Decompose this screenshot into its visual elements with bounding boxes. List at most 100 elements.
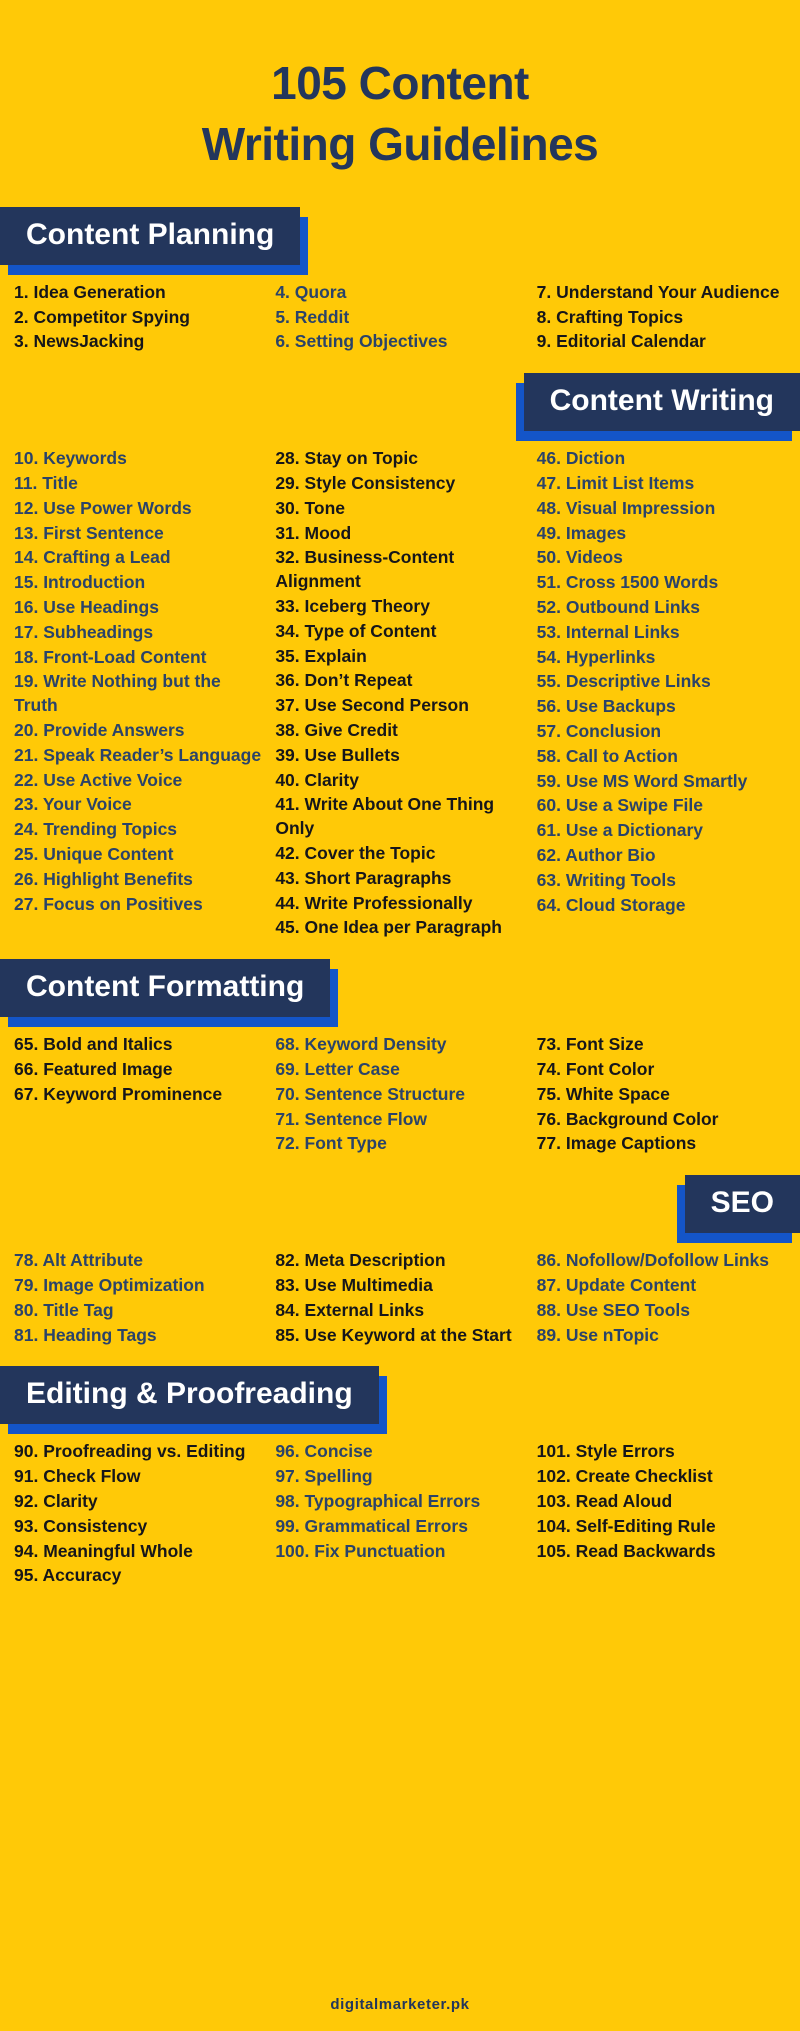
guideline-item: 66. Featured Image <box>14 1059 173 1079</box>
guideline-item: 92. Clarity <box>14 1490 98 1511</box>
section-banner-wrap: Content Planning <box>0 206 800 275</box>
guideline-item: 74. Font Color <box>536 1059 655 1079</box>
sections-container: Content Planning 1. Idea Generation 2. Com… <box>0 206 800 1589</box>
guideline-item: 29. Style Consistency <box>275 473 456 494</box>
guideline-item: 76. Background Color <box>536 1108 719 1129</box>
guideline-item: 87. Update Content <box>536 1274 697 1295</box>
guideline-item: 69. Letter Case <box>275 1059 400 1079</box>
section-banner-group: SEO <box>677 1175 800 1244</box>
guideline-item: 36. Don’t Repeat <box>275 670 413 691</box>
guideline-item: 18. Front-Load Content <box>14 646 207 667</box>
guideline-item: 71. Sentence Flow <box>275 1108 428 1129</box>
guideline-item: 96. Concise <box>275 1441 373 1462</box>
guideline-item: 75. White Space <box>536 1083 670 1104</box>
guideline-item: 94. Meaningful Whole <box>14 1540 193 1561</box>
guideline-item: 55. Descriptive Links <box>536 671 711 692</box>
guideline-column: 7. Understand Your Audience 8. Crafting T… <box>537 281 786 355</box>
guideline-item: 88. Use SEO Tools <box>536 1299 690 1320</box>
guideline-item: 78. Alt Attribute <box>14 1250 143 1271</box>
guideline-item: 64. Cloud Storage <box>536 894 686 915</box>
guideline-item: 13. First Sentence <box>14 522 164 543</box>
guideline-item: 101. Style Errors <box>536 1441 675 1462</box>
section-banner-wrap: Content Formatting <box>0 959 800 1028</box>
guideline-item: 34. Type of Content <box>275 620 437 641</box>
guideline-item: 19. Write Nothing but the Truth <box>14 671 221 716</box>
section-heading: Content Writing <box>523 373 800 432</box>
guideline-item: 63. Writing Tools <box>536 869 677 890</box>
guideline-item: 23. Your Voice <box>14 794 132 815</box>
guideline-item: 61. Use a Dictionary <box>536 820 703 841</box>
guideline-item: 85. Use Keyword at the Start <box>275 1324 512 1345</box>
guideline-column: 82. Meta Description 83. Use Multimedia 84… <box>275 1249 536 1348</box>
section-columns: 10. Keywords 11. Title 12. Use Power Words… <box>0 431 800 941</box>
guideline-item: 22. Use Active Voice <box>14 769 183 790</box>
section-columns: 90. Proofreading vs. Editing 91. Check Fl… <box>0 1424 800 1589</box>
guideline-item: 56. Use Backups <box>536 696 676 717</box>
section-columns: 1. Idea Generation 2. Competitor Spying 3.… <box>0 265 800 355</box>
guideline-item: 90. Proofreading vs. Editing <box>14 1441 246 1462</box>
guideline-item: 102. Create Checklist <box>536 1466 713 1487</box>
guideline-item: 26. Highlight Benefits <box>14 868 193 889</box>
guideline-item: 95. Accuracy <box>14 1565 122 1586</box>
guideline-item: 32. Business-Content Alignment <box>275 547 455 592</box>
section-banner-wrap: Content Writing <box>0 373 800 442</box>
section-banner-group: Content Formatting <box>0 959 338 1028</box>
section-banner-wrap: Editing & Proofreading <box>0 1366 800 1435</box>
guideline-item: 81. Heading Tags <box>14 1324 157 1345</box>
section-heading: Content Planning <box>0 206 301 265</box>
guideline-item: 47. Limit List Items <box>536 473 695 494</box>
page-title-line-1: 105 Content <box>271 56 529 109</box>
guideline-item: 44. Write Professionally <box>275 892 473 913</box>
guideline-item: 31. Mood <box>275 522 352 543</box>
guideline-item: 53. Internal Links <box>536 621 680 642</box>
guideline-item: 84. External Links <box>275 1299 425 1320</box>
guideline-item: 98. Typographical Errors <box>275 1490 481 1511</box>
guideline-item: 105. Read Backwards <box>536 1540 716 1561</box>
guideline-item: 73. Font Size <box>536 1034 644 1055</box>
guideline-item: 12. Use Power Words <box>14 497 192 518</box>
guideline-item: 83. Use Multimedia <box>275 1274 433 1295</box>
guideline-column: 28. Stay on Topic 29. Style Consistency 30… <box>275 447 536 941</box>
guideline-item: 57. Conclusion <box>536 721 662 742</box>
guideline-item: 42. Cover the Topic <box>275 843 436 864</box>
guideline-item: 39. Use Bullets <box>275 744 400 765</box>
guideline-item: 97. Spelling <box>275 1466 373 1487</box>
infographic-page: 105 Content Writing Guidelines Content P… <box>0 30 800 2031</box>
section-heading: Content Formatting <box>0 959 331 1018</box>
guideline-item: 58. Call to Action <box>536 745 678 766</box>
guideline-item: 6. Setting Objectives <box>275 331 448 352</box>
guideline-item: 48. Visual Impression <box>536 497 716 518</box>
guideline-column: 68. Keyword Density 69. Letter Case 70. Se… <box>275 1033 536 1157</box>
guideline-item: 91. Check Flow <box>14 1466 141 1487</box>
guideline-item: 80. Title Tag <box>14 1299 114 1320</box>
guideline-item: 79. Image Optimization <box>14 1274 205 1295</box>
guideline-item: 86. Nofollow/Dofollow Links <box>536 1250 770 1271</box>
guideline-item: 68. Keyword Density <box>275 1034 447 1055</box>
guideline-item: 100. Fix Punctuation <box>275 1540 446 1561</box>
guideline-column: 73. Font Size 74. Font Color 75. White Spa… <box>537 1033 786 1157</box>
guideline-column: 10. Keywords 11. Title 12. Use Power Words… <box>14 447 275 941</box>
guideline-item: 21. Speak Reader’s Language <box>14 744 262 765</box>
guideline-item: 10. Keywords <box>14 448 127 469</box>
guideline-column: 86. Nofollow/Dofollow Links 87. Update Co… <box>537 1249 786 1348</box>
guideline-item: 89. Use nTopic <box>536 1324 659 1345</box>
guideline-item: 25. Unique Content <box>14 844 174 865</box>
guideline-item: 49. Images <box>536 522 627 543</box>
guideline-item: 51. Cross 1500 Words <box>536 572 719 593</box>
page-title-line-2: Writing Guidelines <box>201 118 599 171</box>
section-banner-group: Content Writing <box>516 373 800 442</box>
guideline-item: 8. Crafting Topics <box>536 306 684 327</box>
guideline-item: 15. Introduction <box>14 572 146 593</box>
guideline-item: 9. Editorial Calendar <box>536 331 706 352</box>
guideline-item: 3. NewsJacking <box>14 331 145 352</box>
guideline-item: 103. Read Aloud <box>536 1490 673 1511</box>
guideline-item: 59. Use MS Word Smartly <box>536 770 748 791</box>
guideline-column: 1. Idea Generation 2. Competitor Spying 3.… <box>14 281 275 355</box>
guideline-item: 16. Use Headings <box>14 597 159 618</box>
section-heading: SEO <box>684 1175 800 1234</box>
guideline-item: 24. Trending Topics <box>14 819 178 840</box>
guideline-item: 27. Focus on Positives <box>14 893 203 914</box>
guideline-item: 65. Bold and Italics <box>14 1034 173 1055</box>
section-heading: Editing & Proofreading <box>0 1366 379 1425</box>
guideline-column: 65. Bold and Italics 66. Featured Image 67… <box>14 1033 275 1157</box>
